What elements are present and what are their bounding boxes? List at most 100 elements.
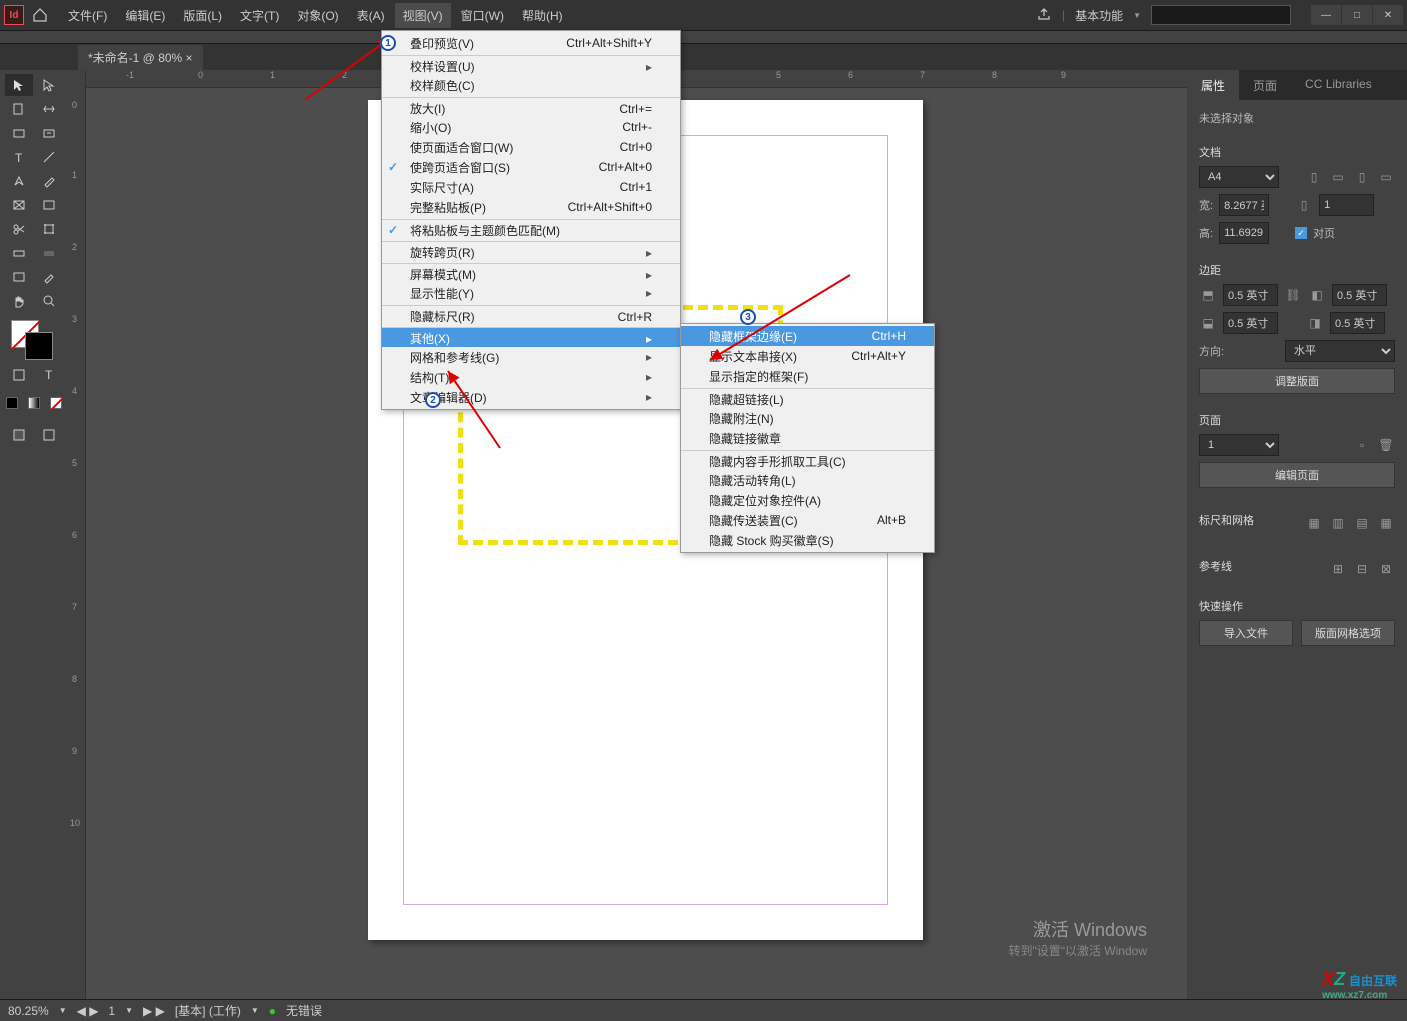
view-mode-normal[interactable] xyxy=(5,424,33,446)
ruler-icon-3[interactable]: ▤ xyxy=(1353,514,1371,532)
adjust-layout-button[interactable]: 调整版面 xyxy=(1199,368,1395,394)
content-collector-tool[interactable] xyxy=(5,122,33,144)
margin-right-input[interactable] xyxy=(1330,312,1385,334)
view-menu-item-4[interactable]: 缩小(O)Ctrl+- xyxy=(382,117,680,137)
menu-object[interactable]: 对象(O) xyxy=(289,3,346,28)
ruler-icon-1[interactable]: ▦ xyxy=(1305,514,1323,532)
vertical-ruler[interactable]: 0 1 2 3 4 5 6 7 8 9 10 xyxy=(68,70,86,999)
view-menu-item-7[interactable]: 实际尺寸(A)Ctrl+1 xyxy=(382,177,680,197)
search-input[interactable] xyxy=(1151,5,1291,25)
page-icon-2[interactable]: 🗑 xyxy=(1377,436,1395,454)
page-icon-1[interactable]: ▫ xyxy=(1353,436,1371,454)
eyedropper-tool[interactable] xyxy=(35,266,63,288)
view-menu-item-11[interactable]: 屏幕模式(M)▸ xyxy=(382,263,680,283)
orientation-select[interactable]: 水平 xyxy=(1285,340,1395,362)
guide-icon-1[interactable]: ⊞ xyxy=(1329,560,1347,578)
guide-icon-3[interactable]: ⊠ xyxy=(1377,560,1395,578)
apply-gradient[interactable] xyxy=(24,392,44,414)
rectangle-frame-tool[interactable] xyxy=(5,194,33,216)
view-menu-item-5[interactable]: 使页面适合窗口(W)Ctrl+0 xyxy=(382,137,680,157)
link-icon[interactable]: ⛓ xyxy=(1284,286,1302,304)
submenu-item-5[interactable]: 隐藏链接徽章 xyxy=(681,428,934,448)
zoom-tool[interactable] xyxy=(35,290,63,312)
ruler-icon-2[interactable]: ▥ xyxy=(1329,514,1347,532)
apply-none[interactable] xyxy=(46,392,66,414)
formatting-container[interactable] xyxy=(5,364,33,386)
view-menu-item-9[interactable]: ✓将粘贴板与主题颜色匹配(M) xyxy=(382,219,680,239)
submenu-item-1[interactable]: 显示文本串接(X)Ctrl+Alt+Y xyxy=(681,346,934,366)
note-tool[interactable] xyxy=(5,266,33,288)
view-menu-item-3[interactable]: 放大(I)Ctrl+= xyxy=(382,97,680,117)
type-tool[interactable]: T xyxy=(5,146,33,168)
margin-top-input[interactable] xyxy=(1223,284,1278,306)
grid-options-button[interactable]: 版面网格选项 xyxy=(1301,620,1395,646)
facing-pages-checkbox[interactable]: ✓ xyxy=(1295,227,1307,239)
submenu-item-9[interactable]: 隐藏传送装置(C)Alt+B xyxy=(681,510,934,530)
tab-pages[interactable]: 页面 xyxy=(1239,70,1291,100)
page-size-select[interactable]: A4 xyxy=(1199,166,1279,188)
close-button[interactable]: ✕ xyxy=(1373,5,1403,25)
workspace-switcher[interactable]: 基本功能 xyxy=(1075,7,1123,24)
view-menu-item-1[interactable]: 校样设置(U)▸ xyxy=(382,55,680,75)
edit-pages-button[interactable]: 编辑页面 xyxy=(1199,462,1395,488)
menu-help[interactable]: 帮助(H) xyxy=(514,3,571,28)
guide-icon-2[interactable]: ⊟ xyxy=(1353,560,1371,578)
view-menu-item-8[interactable]: 完整粘贴板(P)Ctrl+Alt+Shift+0 xyxy=(382,197,680,217)
direct-selection-tool[interactable] xyxy=(35,74,63,96)
submenu-item-6[interactable]: 隐藏内容手形抓取工具(C) xyxy=(681,450,934,470)
view-menu-item-16[interactable]: 结构(T)▸ xyxy=(382,367,680,387)
orient-icon-3[interactable]: ▯ xyxy=(1353,168,1371,186)
submenu-item-4[interactable]: 隐藏附注(N) xyxy=(681,408,934,428)
orient-icon-4[interactable]: ▭ xyxy=(1377,168,1395,186)
apply-color[interactable] xyxy=(2,392,22,414)
gradient-feather-tool[interactable] xyxy=(35,242,63,264)
page-select[interactable]: 1 xyxy=(1199,434,1279,456)
submenu-item-7[interactable]: 隐藏活动转角(L) xyxy=(681,470,934,490)
line-tool[interactable] xyxy=(35,146,63,168)
submenu-item-3[interactable]: 隐藏超链接(L) xyxy=(681,388,934,408)
portrait-icon[interactable]: ▯ xyxy=(1305,168,1323,186)
submenu-item-10[interactable]: 隐藏 Stock 购买徽章(S) xyxy=(681,530,934,550)
pen-tool[interactable] xyxy=(5,170,33,192)
maximize-button[interactable]: □ xyxy=(1342,5,1372,25)
width-input[interactable] xyxy=(1219,194,1269,216)
rectangle-tool[interactable] xyxy=(35,194,63,216)
scissors-tool[interactable] xyxy=(5,218,33,240)
share-icon[interactable] xyxy=(1036,6,1052,25)
layer-status[interactable]: [基本] (工作) xyxy=(175,1002,241,1019)
submenu-item-2[interactable]: 显示指定的框架(F) xyxy=(681,366,934,386)
menu-window[interactable]: 窗口(W) xyxy=(453,3,512,28)
margin-left-input[interactable] xyxy=(1332,284,1387,306)
menu-view[interactable]: 视图(V) xyxy=(395,3,451,28)
zoom-level[interactable]: 80.25% xyxy=(8,1004,49,1018)
home-icon[interactable] xyxy=(32,7,48,23)
selection-tool[interactable] xyxy=(5,74,33,96)
content-placer-tool[interactable] xyxy=(35,122,63,144)
fill-stroke-swatch[interactable] xyxy=(5,318,63,358)
margin-bottom-input[interactable] xyxy=(1223,312,1278,334)
menu-file[interactable]: 文件(F) xyxy=(60,3,115,28)
pages-input[interactable] xyxy=(1319,194,1374,216)
submenu-item-0[interactable]: 隐藏框架边缘(E)Ctrl+H xyxy=(681,326,934,346)
height-input[interactable] xyxy=(1219,222,1269,244)
view-menu-item-12[interactable]: 显示性能(Y)▸ xyxy=(382,283,680,303)
menu-type[interactable]: 文字(T) xyxy=(232,3,287,28)
import-file-button[interactable]: 导入文件 xyxy=(1199,620,1293,646)
free-transform-tool[interactable] xyxy=(35,218,63,240)
tab-cc-libraries[interactable]: CC Libraries xyxy=(1291,70,1386,100)
formatting-text[interactable]: T xyxy=(35,364,63,386)
view-menu-item-15[interactable]: 网格和参考线(G)▸ xyxy=(382,347,680,367)
submenu-item-8[interactable]: 隐藏定位对象控件(A) xyxy=(681,490,934,510)
view-menu-item-14[interactable]: 其他(X)▸隐藏框架边缘(E)Ctrl+H显示文本串接(X)Ctrl+Alt+Y… xyxy=(382,327,680,347)
view-menu-item-10[interactable]: 旋转跨页(R)▸ xyxy=(382,241,680,261)
menu-table[interactable]: 表(A) xyxy=(349,3,393,28)
view-mode-preview[interactable] xyxy=(35,424,63,446)
minimize-button[interactable]: — xyxy=(1311,5,1341,25)
landscape-icon[interactable]: ▭ xyxy=(1329,168,1347,186)
gap-tool[interactable] xyxy=(35,98,63,120)
view-menu-item-2[interactable]: 校样颜色(C) xyxy=(382,75,680,95)
tab-properties[interactable]: 属性 xyxy=(1187,70,1239,100)
view-menu-item-0[interactable]: 叠印预览(V)Ctrl+Alt+Shift+Y xyxy=(382,33,680,53)
view-menu-item-6[interactable]: ✓使跨页适合窗口(S)Ctrl+Alt+0 xyxy=(382,157,680,177)
menu-layout[interactable]: 版面(L) xyxy=(175,3,230,28)
